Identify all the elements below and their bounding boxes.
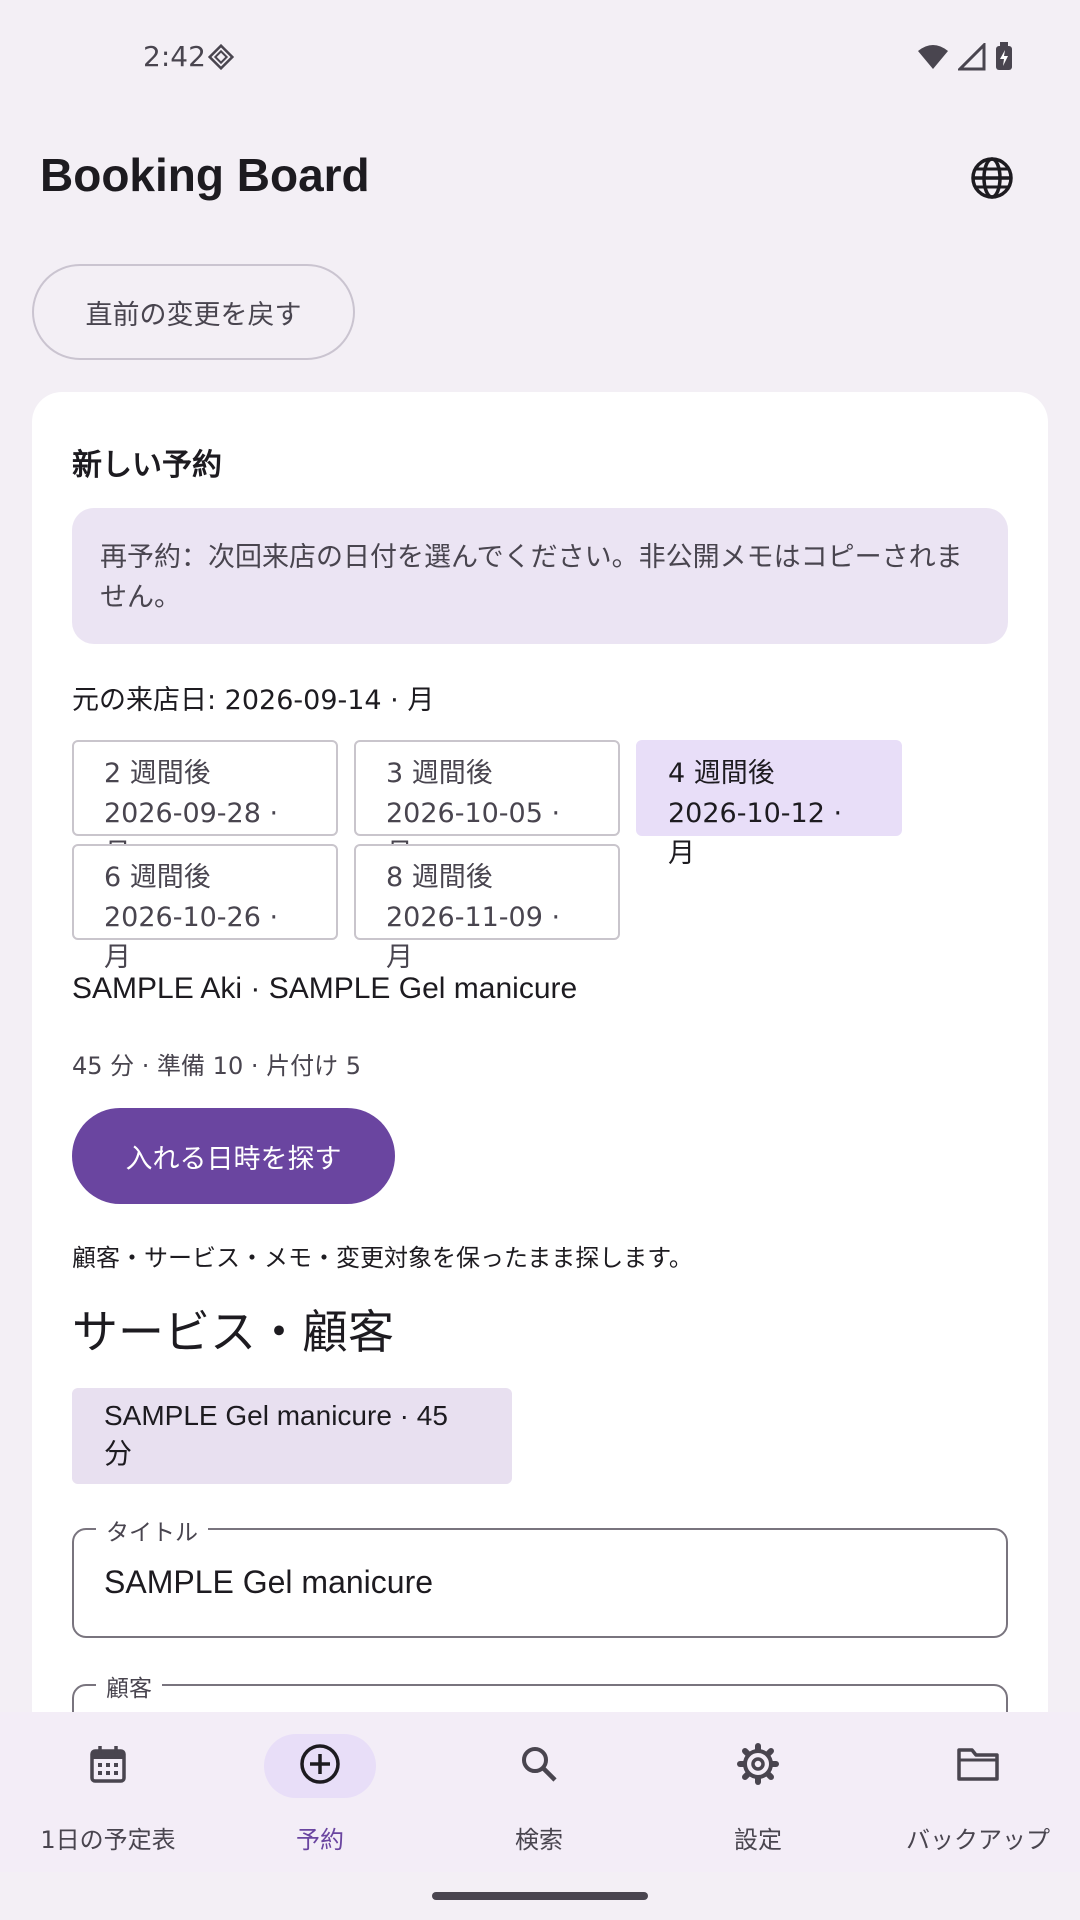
- nav-item-backup[interactable]: バックアップ: [870, 1712, 1080, 1872]
- nav-item-settings[interactable]: 設定: [650, 1712, 866, 1872]
- search-icon: [519, 1744, 559, 1788]
- services-heading: サービス・顧客: [72, 1305, 394, 1359]
- nav-item-booking[interactable]: 予約: [212, 1712, 428, 1872]
- title-field-label: タイトル: [96, 1513, 208, 1547]
- find-slot-button[interactable]: 入れる日時を探す: [72, 1108, 395, 1204]
- original-visit-date: 元の来店日: 2026-09-14 · 月: [72, 685, 435, 716]
- status-time: 2:42: [143, 40, 206, 73]
- rebook-notice: 再予約：次回来店の日付を選んでください。非公開メモはコピーされません。: [72, 508, 1008, 644]
- rebook-option-label: 6 週間後: [104, 862, 211, 893]
- new-booking-card: 新しい予約 再予約：次回来店の日付を選んでください。非公開メモはコピーされません…: [32, 392, 1048, 1712]
- rebook-option-4w[interactable]: 4 週間後 2026-10-12 · 月: [636, 740, 902, 869]
- nav-label: 予約: [296, 1826, 344, 1854]
- app-title: Booking Board: [40, 149, 370, 201]
- nav-label: 1日の予定表: [40, 1826, 176, 1854]
- find-slot-note: 顧客・サービス・メモ・変更対象を保ったまま探します。: [72, 1244, 693, 1272]
- rebook-option-label: 3 週間後: [386, 758, 493, 789]
- nav-item-search[interactable]: 検索: [431, 1712, 647, 1872]
- status-bar: 2:42: [0, 0, 1080, 110]
- service-summary: SAMPLE Aki · SAMPLE Gel manicure: [72, 972, 578, 1005]
- gear-icon: [737, 1743, 779, 1789]
- rebook-option-date: 2026-10-26 · 月: [104, 902, 279, 973]
- rebook-option-label: 2 週間後: [104, 758, 211, 789]
- nav-item-daily-schedule[interactable]: 1日の予定表: [0, 1712, 216, 1872]
- globe-icon: [970, 156, 1014, 204]
- rebook-option-8w[interactable]: 8 週間後 2026-11-09 · 月: [354, 844, 620, 973]
- title-field-value: SAMPLE Gel manicure: [104, 1564, 434, 1600]
- title-field[interactable]: タイトル SAMPLE Gel manicure: [72, 1513, 1008, 1638]
- battery-icon: [994, 42, 1014, 76]
- language-button[interactable]: [964, 152, 1020, 208]
- bottom-navigation: 1日の予定表 予約 検索 設定 バックアップ: [0, 1712, 1080, 1872]
- calendar-icon: [88, 1744, 128, 1788]
- add-circle-icon: [299, 1743, 341, 1789]
- wifi-icon: [916, 43, 950, 75]
- section-title: 新しい予約: [72, 448, 222, 483]
- rebook-option-date: 2026-11-09 · 月: [386, 902, 561, 973]
- nav-label: 検索: [515, 1826, 563, 1854]
- notification-icon: [207, 43, 235, 74]
- folder-icon: [956, 1744, 1000, 1788]
- customer-field[interactable]: 顧客: [72, 1669, 1008, 1712]
- rebook-option-date: 2026-10-12 · 月: [668, 798, 843, 869]
- customer-field-label: 顧客: [96, 1669, 162, 1703]
- service-chip[interactable]: SAMPLE Gel manicure · 45 分: [72, 1388, 512, 1484]
- rebook-option-label: 4 週間後: [668, 758, 775, 789]
- rebook-option-2w[interactable]: 2 週間後 2026-09-28 · 月: [72, 740, 338, 869]
- rebook-option-3w[interactable]: 3 週間後 2026-10-05 · 月: [354, 740, 620, 869]
- nav-label: 設定: [734, 1826, 782, 1854]
- rebook-option-6w[interactable]: 6 週間後 2026-10-26 · 月: [72, 844, 338, 973]
- rebook-option-label: 8 週間後: [386, 862, 493, 893]
- duration-summary: 45 分 · 準備 10 · 片付け 5: [72, 1052, 362, 1080]
- undo-button[interactable]: 直前の変更を戻す: [32, 264, 355, 360]
- signal-icon: [956, 41, 986, 75]
- nav-label: バックアップ: [906, 1826, 1050, 1854]
- gesture-bar[interactable]: [432, 1892, 648, 1900]
